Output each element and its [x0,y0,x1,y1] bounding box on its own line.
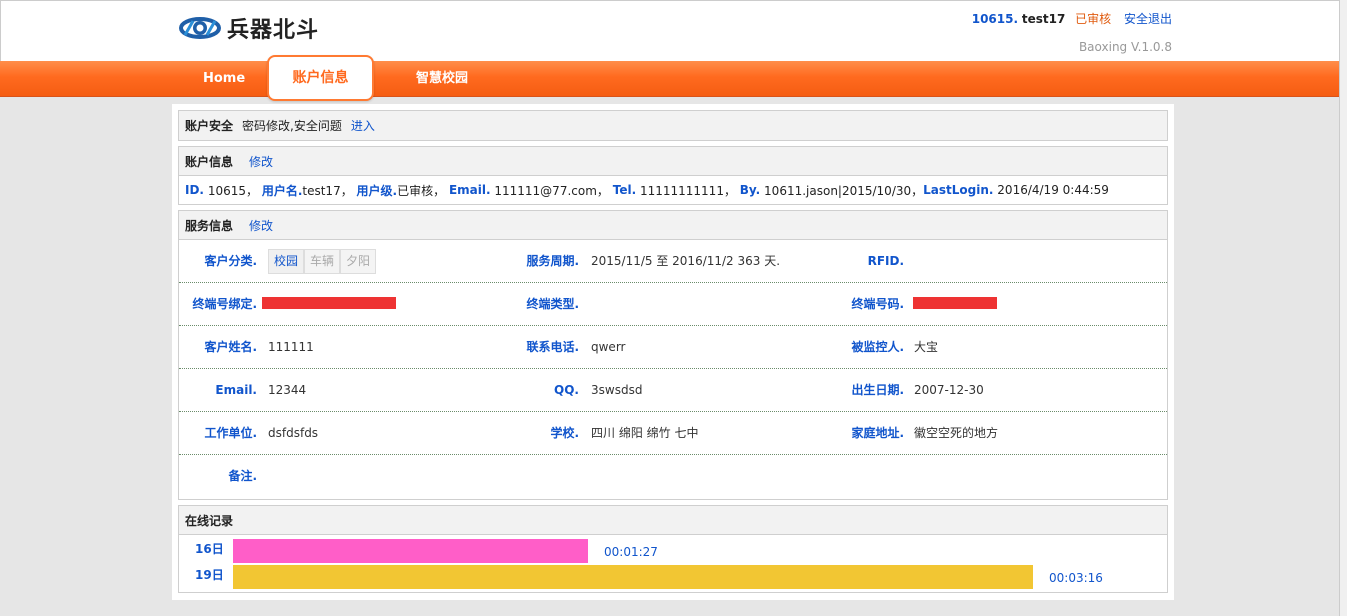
online-day-label: 19日 [195,568,224,582]
email-label: Email. [448,183,491,197]
level-value: 已审核， [397,183,446,198]
service-header: 服务信息 修改 [179,211,1167,240]
by-value: 10611.jason|2015/10/30， [764,183,924,198]
user-status: 已审核 [1075,12,1112,26]
service-email-value: 12344 [268,383,307,397]
account-details: ID. 10615， 用户名. test17， 用户级. 已审核， Email. 1… [179,176,1167,204]
service-email-label: Email. [215,383,257,397]
tel-label: Tel. [612,183,637,197]
qq-value: 3swsdsd [591,383,643,397]
account-edit-link[interactable]: 修改 [249,153,273,170]
security-header: 账户安全 密码修改,安全问题 进入 [179,111,1167,140]
security-desc: 密码修改,安全问题 [242,119,342,133]
security-title: 账户安全 [185,119,234,133]
online-bar [233,539,588,563]
birth-label: 出生日期. [851,383,904,397]
user-id: 10615. [971,12,1019,26]
username-value: test17， [302,183,353,198]
logout-link[interactable]: 安全退出 [1124,12,1172,26]
name-value: 111111 [268,340,314,354]
category-vehicle[interactable]: 车辆 [304,249,341,274]
account-section: 账户信息 修改 ID. 10615， 用户名. test17， 用户级. 已审核， … [178,146,1168,205]
category-campus[interactable]: 校园 [268,249,305,274]
terminal-no-redacted [913,297,997,309]
home-value: 徽空空死的地方 [914,426,999,440]
terminal-bind-redacted [262,297,396,309]
birth-value: 2007-12-30 [914,383,984,397]
online-duration: 00:01:27 [604,545,658,559]
service-row-address: 工作单位. dsfdsfds 学校. 四川 绵阳 绵竹 七中 家庭地址. 徽空空… [179,412,1167,455]
service-section: 服务信息 修改 客户分类. 校园 车辆 夕阳 服务周期. 2015/11/5 至… [178,210,1168,500]
school-label: 学校. [550,426,579,440]
online-bar [233,565,1033,589]
service-row-note: 备注. [179,455,1167,501]
online-day-label: 16日 [195,542,224,556]
security-section: 账户安全 密码修改,安全问题 进入 [178,110,1168,141]
online-records: 16日 00:01:27 19日 00:03:16 [179,535,1167,592]
monitored-value: 大宝 [914,340,939,354]
service-row-category: 客户分类. 校园 车辆 夕阳 服务周期. 2015/11/5 至 2016/11… [179,240,1167,283]
service-row-terminal: 终端号绑定. 终端类型. 终端号码. [179,283,1167,326]
service-edit-link[interactable]: 修改 [249,217,273,234]
username-label: 用户名. [261,183,303,198]
work-label: 工作单位. [204,426,257,440]
online-header: 在线记录 [179,506,1167,535]
category-elderly[interactable]: 夕阳 [340,249,377,274]
level-label: 用户级. [356,183,398,198]
account-header: 账户信息 修改 [179,147,1167,176]
user-name: test17 [1021,12,1066,26]
work-value: dsfdsfds [268,426,319,440]
name-label: 客户姓名. [204,340,257,354]
terminal-no-label: 终端号码. [851,297,904,311]
lastlogin-value: 2016/4/19 0:44:59 [997,183,1109,197]
service-row-contact: Email. 12344 QQ. 3swsdsd 出生日期. 2007-12-3… [179,369,1167,412]
logo-icon [179,17,221,39]
service-title: 服务信息 [185,218,234,233]
account-title: 账户信息 [185,154,234,169]
home-label: 家庭地址. [851,426,904,440]
header: 兵器北斗 10615. test17 已审核 安全退出 Baoxing V.1.… [0,0,1347,61]
rfid-label: RFID. [867,254,904,268]
terminal-bind-label: 终端号绑定. [192,297,257,311]
logo-text: 兵器北斗 [227,18,320,43]
security-enter-link[interactable]: 进入 [351,117,375,134]
online-duration: 00:03:16 [1049,571,1103,585]
monitored-label: 被监控人. [851,340,904,354]
phone-label: 联系电话. [526,340,579,354]
id-label: ID. [185,183,204,197]
qq-label: QQ. [554,383,579,397]
content-panel: 账户安全 密码修改,安全问题 进入 账户信息 修改 ID. 10615， 用户名… [172,104,1174,600]
period-value: 2015/11/5 至 2016/11/2 363 天. [591,254,781,268]
by-label: By. [739,183,761,197]
version-label: Baoxing V.1.0.8 [1078,40,1172,54]
user-info: 10615. test17 已审核 安全退出 [972,10,1172,27]
category-label: 客户分类. [204,254,257,268]
period-label: 服务周期. [526,254,579,268]
tel-value: 11111111111， [639,183,736,198]
lastlogin-label: LastLogin. [923,183,994,197]
main-nav: Home 账户信息 智慧校园 [0,55,1347,101]
terminal-type-label: 终端类型. [526,297,579,311]
note-label: 备注. [228,469,257,483]
phone-value: qwerr [591,340,626,354]
nav-smart-campus[interactable]: 智慧校园 [416,61,468,97]
email-value: 111111@77.com， [494,183,609,198]
nav-account-info[interactable]: 账户信息 [267,55,374,101]
online-title: 在线记录 [185,513,234,528]
school-value: 四川 绵阳 绵竹 七中 [591,426,699,440]
id-value: 10615， [207,183,258,198]
online-section: 在线记录 16日 00:01:27 19日 00:03:16 [178,505,1168,593]
nav-home[interactable]: Home [203,61,245,97]
category-tabs: 校园 车辆 夕阳 [268,249,377,274]
service-row-name: 客户姓名. 111111 联系电话. qwerr 被监控人. 大宝 [179,326,1167,369]
logo[interactable]: 兵器北斗 [179,11,319,45]
scrollbar[interactable] [1339,0,1347,616]
